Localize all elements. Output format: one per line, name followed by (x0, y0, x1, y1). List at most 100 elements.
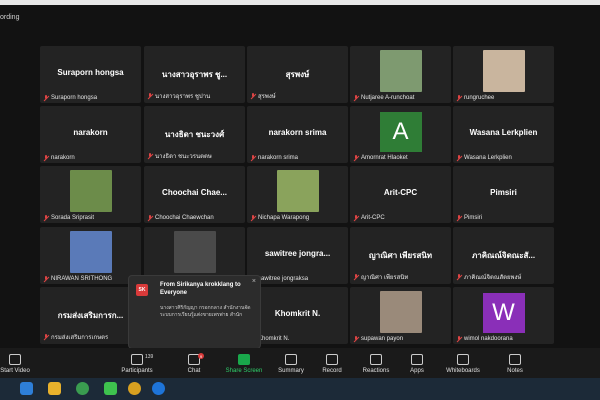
participant-tile[interactable]: sawitree jongra... sawitree jongraksa (247, 227, 348, 284)
participant-caption: นางธิดา ชนะวรนตตษ (147, 151, 212, 161)
record-icon (326, 354, 338, 365)
chat-badge: 9 (198, 353, 204, 359)
participant-tile[interactable]: Nichapa Warapong (247, 166, 348, 223)
participant-caption: Nutjaree A-runchoat (353, 95, 414, 101)
participant-tile[interactable]: ญาณิศา เพียรสนิท ญาณิศา เพียรสนิท (350, 227, 451, 284)
caption-text: Sorada Sriprasit (51, 215, 95, 221)
participant-tile[interactable]: กรมส่งเสริมการก... กรมส่งเสริมการเกษตร (40, 287, 141, 344)
caption-text: Suraporn hongsa (51, 95, 98, 101)
participant-tile[interactable]: นางสาวอุราพร ชู... นางสาวอุราพร ชูปาน (144, 46, 245, 103)
summary-icon (285, 354, 297, 365)
chat-notification[interactable]: SK From Sirikanya krokklang to Everyone … (128, 275, 261, 349)
caption-text: narakorn srima (258, 155, 299, 161)
summary-button[interactable]: Summary (273, 348, 309, 378)
participant-caption: Pimsiri (456, 215, 482, 221)
participant-tile[interactable]: Wasana Lerkplien Wasana Lerkplien (453, 106, 554, 163)
participant-tile[interactable]: Nutjaree A-runchoat (350, 46, 451, 103)
mic-muted-icon (43, 95, 49, 101)
participant-caption: สุรพงษ์ (250, 91, 276, 101)
participant-tile[interactable]: A Amornrat Hlaoket (350, 106, 451, 163)
close-icon[interactable]: × (252, 278, 256, 285)
chrome-icon[interactable] (128, 382, 141, 395)
participant-tile[interactable]: rungruchee (453, 46, 554, 103)
zoom-icon[interactable] (152, 382, 165, 395)
participants-label: Participants (121, 368, 153, 374)
caption-text: supawan payon (361, 336, 404, 342)
whiteboards-button[interactable]: Whiteboards (440, 348, 486, 378)
chat-label: Chat (187, 368, 201, 374)
participant-tile[interactable]: Pimsiri Pimsiri (453, 166, 554, 223)
share-screen-button[interactable]: Share Screen (222, 348, 266, 378)
participant-name: Arit-CPC (383, 188, 418, 197)
participant-tile[interactable]: NIRAWAN SRITHONG (40, 227, 141, 284)
participant-caption: Amornrat Hlaoket (353, 155, 408, 161)
participant-avatar: A (379, 112, 422, 152)
caption-text: Wasana Lerkplien (464, 155, 512, 161)
people-icon (131, 354, 143, 365)
participant-tile[interactable]: Sorada Sriprasit (40, 166, 141, 223)
participant-tile[interactable]: สุรพงษ์ สุรพงษ์ (247, 46, 348, 103)
participant-caption: Choochai Chaewchan (147, 215, 214, 221)
caption-text: ภาคิณณ์จิตณสัตยพงษ์ (464, 275, 522, 281)
window-titlebar (0, 0, 600, 5)
participant-name: Pimsiri (490, 188, 517, 197)
participant-video (379, 50, 422, 92)
mic-muted-icon (456, 336, 462, 342)
caption-text: rungruchee (464, 95, 495, 101)
mic-muted-icon (147, 93, 153, 99)
reactions-button[interactable]: Reactions (356, 348, 396, 378)
edge-icon[interactable] (20, 382, 33, 395)
participant-caption: ญาณิศา เพียรสนิท (353, 272, 408, 282)
participant-avatar: W (482, 293, 525, 333)
notes-icon (509, 354, 521, 365)
participant-name: Wasana Lerkplien (469, 128, 538, 137)
mic-muted-icon (250, 155, 256, 161)
participant-caption: Nichapa Warapong (250, 215, 309, 221)
mic-muted-icon (147, 153, 153, 159)
start-video-button[interactable]: Start Video (0, 348, 30, 378)
participant-tile[interactable]: supawan payon (350, 287, 451, 344)
participant-name: นางสาวอุราพร ชู... (161, 70, 228, 79)
mic-muted-icon (147, 215, 153, 221)
caption-text: sawitree jongraksa (258, 276, 309, 282)
participant-video (482, 50, 525, 92)
participant-caption: Suraporn hongsa (43, 95, 97, 101)
chrome-icon[interactable] (76, 382, 89, 395)
apps-button[interactable]: Apps (403, 348, 431, 378)
participant-tile[interactable]: นางธิดา ชนะวงศ์ นางธิดา ชนะวรนตตษ (144, 106, 245, 163)
caption-text: นางสาวอุราพร ชูปาน (155, 94, 211, 100)
line-icon[interactable] (104, 382, 117, 395)
participant-name: Choochai Chae... (162, 188, 227, 197)
whiteboards-label: Whiteboards (446, 368, 480, 374)
participants-count: 139 (145, 354, 154, 360)
caption-text: Khomkrit N. (258, 336, 290, 342)
mic-muted-icon (353, 215, 359, 221)
mic-muted-icon (456, 95, 462, 101)
caption-text: narakorn (51, 155, 75, 161)
participant-tile[interactable]: Choochai Chae... Choochai Chaewchan (144, 166, 245, 223)
summary-label: Summary (278, 368, 304, 374)
participant-tile[interactable]: narakorn narakorn (40, 106, 141, 163)
sender-avatar: SK (136, 284, 148, 296)
mic-muted-icon (250, 93, 256, 99)
participant-tile[interactable]: Suraporn hongsa Suraporn hongsa (40, 46, 141, 103)
participant-tile[interactable]: Wwimol nakdoorana (453, 287, 554, 344)
mic-muted-icon (250, 215, 256, 221)
meeting-toolbar: Start Video Participants Chat Share Scre… (0, 348, 600, 378)
participant-caption: ภาคิณณ์จิตณสัตยพงษ์ (456, 272, 521, 282)
participants-button[interactable]: Participants (112, 348, 162, 378)
participant-video (69, 231, 112, 273)
participant-tile[interactable]: Khomkrit N. Khomkrit N. (247, 287, 348, 344)
mic-muted-icon (353, 274, 359, 280)
participant-tile[interactable]: narakorn srima narakorn srima (247, 106, 348, 163)
participant-name: ภาคิณณ์จิดณะสั... (471, 251, 536, 260)
notes-button[interactable]: Notes (500, 348, 530, 378)
record-button[interactable]: Record (316, 348, 348, 378)
participant-tile[interactable]: Arit-CPC Arit-CPC (350, 166, 451, 223)
participant-name: สุรพงษ์ (285, 70, 310, 79)
participant-video (379, 291, 422, 333)
files-icon[interactable] (48, 382, 61, 395)
chat-button[interactable]: Chat (176, 348, 212, 378)
mic-muted-icon (43, 334, 49, 340)
participant-tile[interactable]: ภาคิณณ์จิดณะสั... ภาคิณณ์จิตณสัตยพงษ์ (453, 227, 554, 284)
